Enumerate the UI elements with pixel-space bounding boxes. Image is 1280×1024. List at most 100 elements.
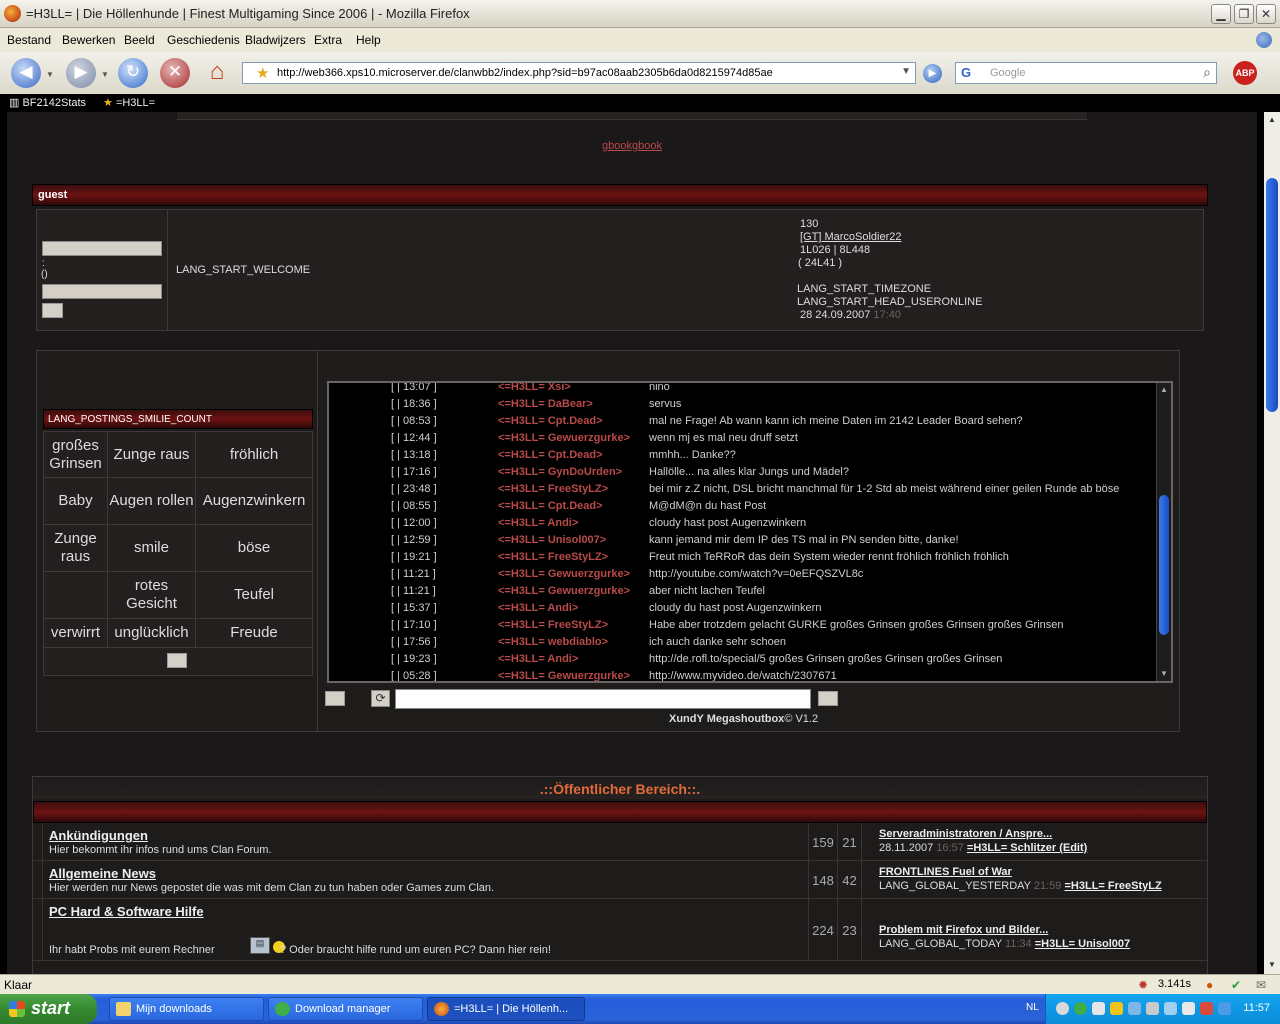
tray-shield-icon[interactable] [1110,1002,1123,1015]
last-post-link[interactable]: FRONTLINES Fuel of War [879,866,1012,878]
tray-display-icon[interactable] [1164,1002,1177,1015]
bookmark-bf2142stats[interactable]: ▥ BF2142Stats [9,96,86,109]
task-firefox[interactable]: =H3LL= | Die Höllenh... [427,997,585,1021]
tray-app-icon[interactable] [1092,1002,1105,1015]
shout-user[interactable]: <=H3LL= FreeStyLZ> [498,619,608,631]
tray-ea-icon[interactable] [1074,1002,1087,1015]
tray-expand-icon[interactable] [1056,1002,1069,1015]
search-icon[interactable]: ⌕ [1203,64,1211,81]
google-engine-icon[interactable]: G [961,65,971,80]
page-scroll-thumb[interactable] [1266,178,1278,412]
search-input[interactable]: G Google ⌕ [955,62,1217,84]
page-scrollbar[interactable]: ▲ ▼ [1264,112,1280,974]
back-button[interactable]: ◀ [11,58,41,88]
shout-user[interactable]: <=H3LL= FreeStyLZ> [498,483,608,495]
menu-bewerken[interactable]: Bewerken [62,33,115,47]
task-download-manager[interactable]: Download manager [268,997,423,1021]
last-post-link[interactable]: Problem mit Firefox und Bilder... [879,924,1048,936]
shout-input[interactable] [395,689,811,709]
menu-help[interactable]: Help [356,33,381,47]
smilie-augenzwinkern[interactable]: Augenzwinkern [195,477,313,525]
shout-options-button[interactable] [325,691,345,706]
shout-user[interactable]: <=H3LL= Cpt.Dead> [498,449,603,461]
guestbook-link[interactable]: gbookgbook [602,140,662,152]
forum-title-link[interactable]: Allgemeine News [49,866,156,881]
scroll-up-icon[interactable]: ▲ [1159,385,1169,394]
stop-button[interactable]: ✕ [160,58,190,88]
smilie-baby[interactable]: Baby [43,477,108,525]
shout-user[interactable]: <=H3LL= FreeStyLZ> [498,551,608,563]
home-button[interactable]: ⌂ [202,58,232,88]
shout-send-button[interactable] [818,691,838,706]
tray-network-icon[interactable] [1128,1002,1141,1015]
shout-user[interactable]: <=H3LL= Gewuerzgurke> [498,432,630,444]
menu-bladwijzers[interactable]: Bladwijzers [245,33,306,47]
smilie-ungluecklich[interactable]: unglücklich [107,618,196,648]
forum-title-link[interactable]: PC Hard & Software Hilfe [49,904,204,919]
smilie-teufel[interactable]: Teufel [195,571,313,619]
shout-user[interactable]: <=H3LL= Gewuerzgurke> [498,670,630,681]
shout-user[interactable]: <=H3LL= DaBear> [498,398,593,410]
shout-user[interactable]: <=H3LL= Gewuerzgurke> [498,568,630,580]
menu-extra[interactable]: Extra [314,33,342,47]
bookmark-h3ll[interactable]: ★ =H3LL= [103,96,155,109]
smilie-verwirrt[interactable]: verwirrt [43,618,108,648]
extension-icon[interactable]: ● [1206,978,1213,992]
tray-volume-icon[interactable] [1182,1002,1195,1015]
menu-geschiedenis[interactable]: Geschiedenis [167,33,240,47]
smilie-smile[interactable]: smile [107,524,196,572]
username-field[interactable] [42,241,162,256]
reload-button[interactable]: ↻ [118,58,148,88]
shout-user[interactable]: <=H3LL= Gewuerzgurke> [498,585,630,597]
smilie-rotes-gesicht[interactable]: rotes Gesicht [107,571,196,619]
forum-title-link[interactable]: Ankündigungen [49,828,148,843]
shout-user[interactable]: <=H3LL= Andi> [498,602,578,614]
smilie-boese[interactable]: böse [195,524,313,572]
menu-bestand[interactable]: Bestand [7,33,51,47]
shoutbox-messages[interactable]: [ | 13:07 ] <=H3LL= Xsi> nino [ | 18:36 ] <=… [327,381,1173,683]
bookmark-star-icon[interactable]: ★ [256,64,269,82]
forward-history-dropdown-icon[interactable]: ▼ [101,70,109,79]
last-post-user-link[interactable]: =H3LL= Schlitzer (Edit) [967,842,1087,854]
tray-connection-icon[interactable] [1218,1002,1231,1015]
adblock-plus-button[interactable]: ABP [1233,61,1257,85]
last-post-link[interactable]: Serveradministratoren / Anspre... [879,828,1052,840]
last-post-user-link[interactable]: =H3LL= FreeStyLZ [1064,880,1161,892]
shout-user[interactable]: <=H3LL= Andi> [498,653,578,665]
check-icon[interactable]: ✔ [1231,978,1241,992]
maximize-button[interactable]: ❐ [1234,4,1254,24]
shout-user[interactable]: <=H3LL= Cpt.Dead> [498,415,603,427]
start-button[interactable]: start [0,994,97,1024]
scroll-down-icon[interactable]: ▼ [1159,669,1169,678]
minimize-button[interactable]: ▁ [1211,4,1231,24]
shout-user[interactable]: <=H3LL= webdiablo> [498,636,608,648]
login-button[interactable] [42,303,63,318]
tray-monitor-icon[interactable] [1146,1002,1159,1015]
chevron-down-icon[interactable]: ▼ [901,66,911,77]
address-bar[interactable]: ★ http://web366.xps10.microserver.de/cla… [242,62,916,84]
password-field[interactable] [42,284,162,299]
close-button[interactable]: ✕ [1256,4,1276,24]
scroll-up-icon[interactable]: ▲ [1264,115,1280,124]
shout-user[interactable]: <=H3LL= Xsi> [498,383,571,393]
language-indicator[interactable]: NL [1024,1002,1041,1013]
smilie-augen-rollen[interactable]: Augen rollen [107,477,196,525]
menu-beeld[interactable]: Beeld [124,33,155,47]
shout-user[interactable]: <=H3LL= Andi> [498,517,578,529]
shout-user[interactable]: <=H3LL= GynDoUrden> [498,466,622,478]
task-mijn-downloads[interactable]: Mijn downloads [109,997,264,1021]
tray-security-icon[interactable] [1200,1002,1213,1015]
refresh-icon[interactable]: ⟳ [371,690,390,707]
last-post-user-link[interactable]: =H3LL= Unisol007 [1035,938,1130,950]
newest-user-link[interactable]: [GT] MarcoSoldier22 [800,231,901,243]
smilie-grosses-grinsen[interactable]: großes Grinsen [43,431,108,478]
back-history-dropdown-icon[interactable]: ▼ [46,70,54,79]
shout-user[interactable]: <=H3LL= Unisol007> [498,534,606,546]
forward-button[interactable]: ▶ [66,58,96,88]
go-button[interactable]: ▶ [923,64,942,83]
shoutbox-scroll-thumb[interactable] [1159,495,1169,635]
smilie-zunge-raus-2[interactable]: Zunge raus [43,524,108,572]
window-titlebar[interactable]: =H3LL= | Die Höllenhunde | Finest Multig… [0,0,1280,28]
scroll-down-icon[interactable]: ▼ [1264,960,1280,969]
smilie-zunge-raus[interactable]: Zunge raus [107,431,196,478]
